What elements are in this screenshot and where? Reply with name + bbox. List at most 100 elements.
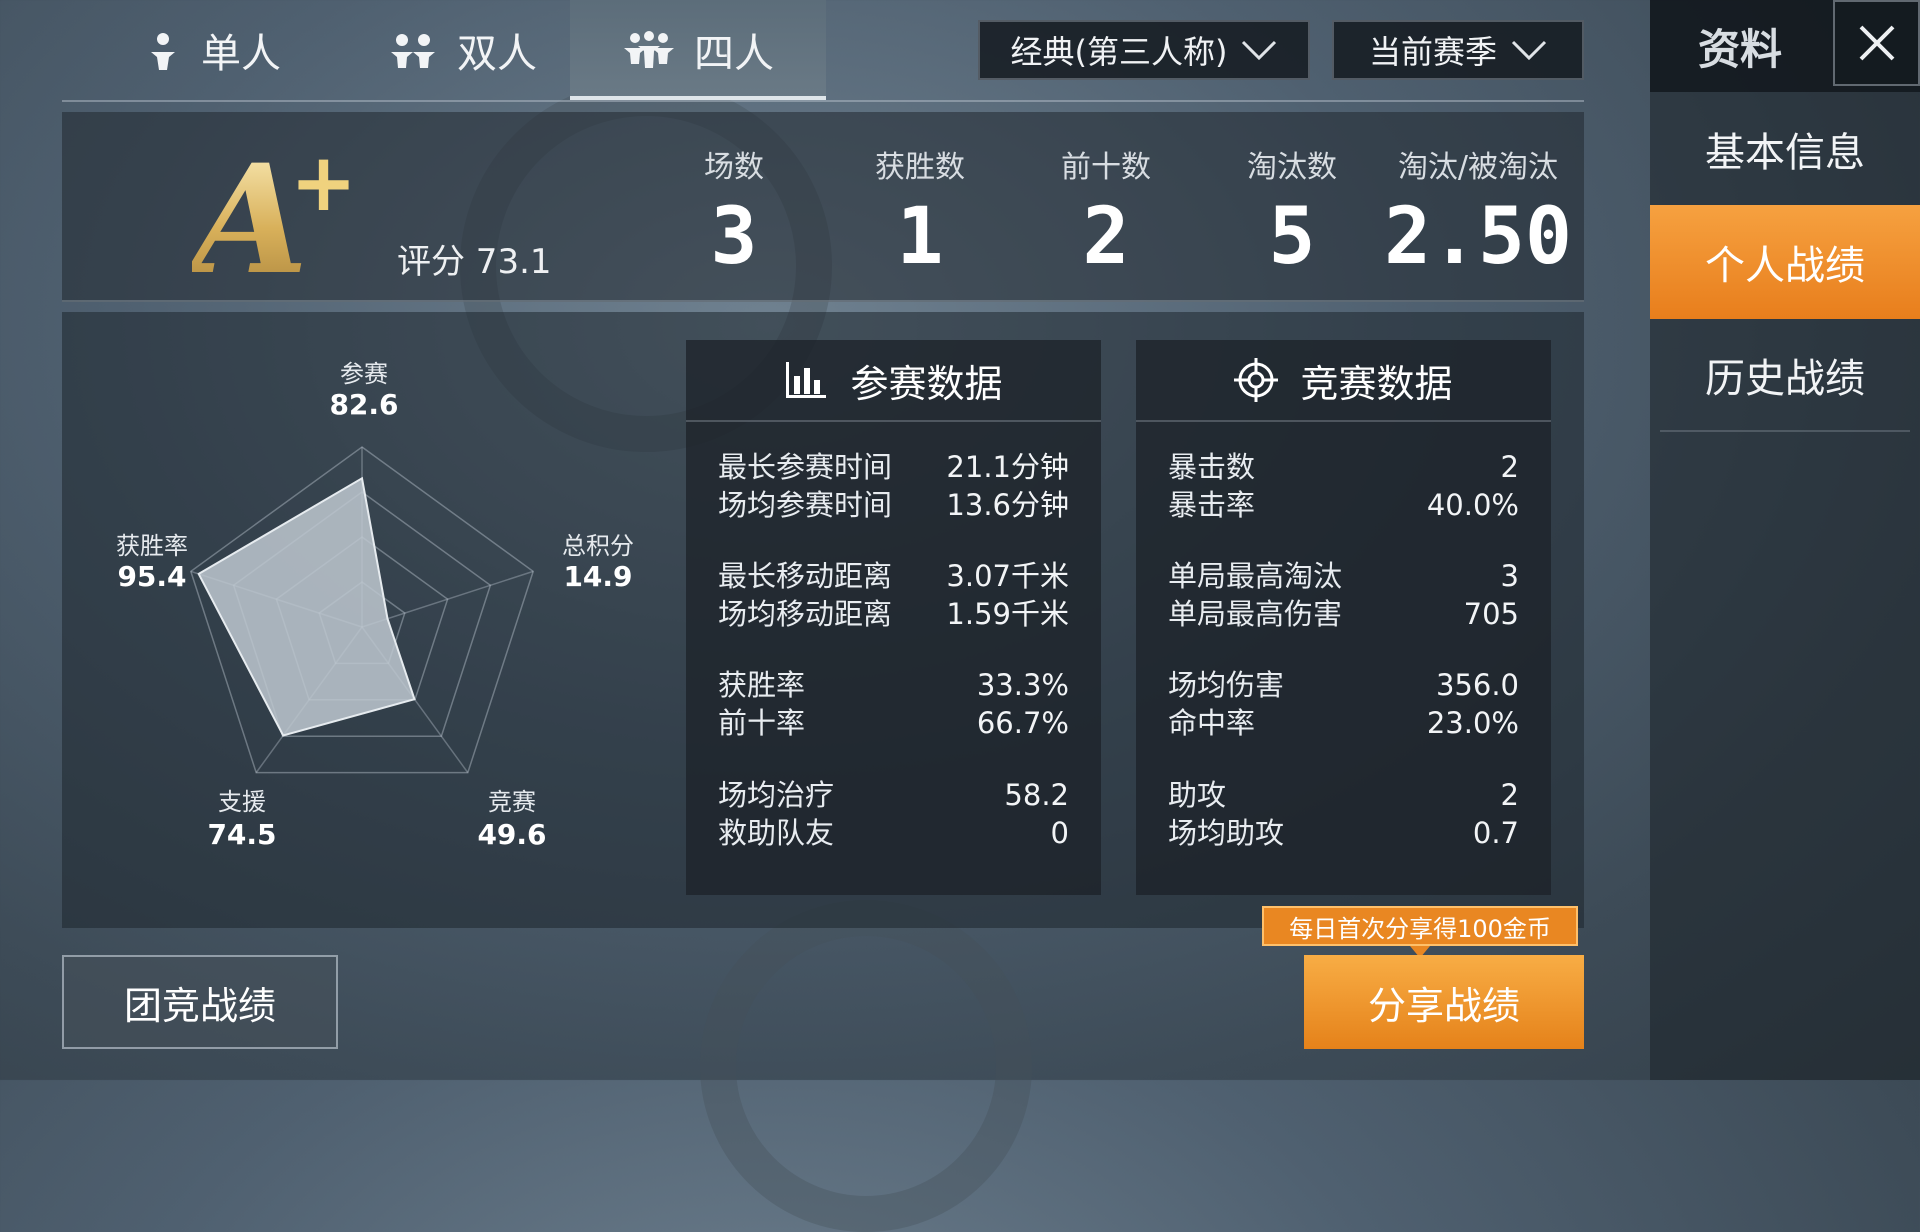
stat-row-label: 获胜率 xyxy=(718,668,806,702)
tab-single[interactable]: 单人 xyxy=(102,0,322,100)
radar-value-competition: 49.6 xyxy=(477,818,547,851)
stat-wins: 获胜数 1 xyxy=(830,142,1010,282)
stat-row-label: 场均伤害 xyxy=(1168,668,1285,702)
tab-duo[interactable]: 双人 xyxy=(352,0,572,100)
stat-row: 前十率 66.7% xyxy=(718,704,1069,742)
radar-value-total-score: 14.9 xyxy=(563,560,633,593)
stat-row-value: 58.2 xyxy=(1004,778,1069,812)
stat-row-label: 单局最高淘汰 xyxy=(1168,559,1343,593)
stat-row-value: 3 xyxy=(1500,559,1519,593)
team-stats-button[interactable]: 团竞战绩 xyxy=(62,955,338,1049)
stat-row: 场均助攻 0.7 xyxy=(1168,814,1519,852)
stat-label: 淘汰数 xyxy=(1247,150,1337,185)
score-label: 评分 73.1 xyxy=(397,242,552,282)
tab-label: 双人 xyxy=(457,31,537,77)
summary-panel: A + 评分 73.1 场数 3 获胜数 1 前十数 2 淘汰数 5 淘汰/被淘… xyxy=(62,112,1584,308)
stat-group: 场均治疗 58.2 救助队友 0 xyxy=(718,776,1069,852)
stat-row: 单局最高伤害 705 xyxy=(1168,595,1519,633)
stat-row: 场均治疗 58.2 xyxy=(718,776,1069,814)
stat-kd: 淘汰/被淘汰 2.50 xyxy=(1378,142,1578,282)
main-stats-panel: 参赛 82.6 总积分 14.9 竞赛 49.6 支援 74.5 获胜率 95.… xyxy=(62,312,1584,928)
stat-row: 场均参赛时间 13.6分钟 xyxy=(718,486,1069,524)
radar-label-total-score: 总积分 xyxy=(562,532,634,560)
close-button[interactable] xyxy=(1833,0,1920,86)
stat-row-value: 2 xyxy=(1500,778,1519,812)
participation-card-title: 参赛数据 xyxy=(850,361,1003,406)
stat-row: 暴击率 40.0% xyxy=(1168,486,1519,524)
radar-value-participation: 82.6 xyxy=(329,388,399,421)
mode-dropdown[interactable]: 经典(第三人称) xyxy=(978,20,1310,80)
stat-group: 最长参赛时间 21.1分钟 场均参赛时间 13.6分钟 xyxy=(718,448,1069,524)
stat-row: 场均伤害 356.0 xyxy=(1168,666,1519,704)
chevron-down-icon xyxy=(1511,40,1547,60)
stat-row-label: 最长移动距离 xyxy=(718,559,893,593)
stat-row-label: 最长参赛时间 xyxy=(718,450,893,484)
stat-row-value: 40.0% xyxy=(1426,488,1519,522)
stat-row: 暴击数 2 xyxy=(1168,448,1519,486)
stat-label: 获胜数 xyxy=(875,150,965,185)
side-item-personal-stats[interactable]: 个人战绩 xyxy=(1650,205,1920,319)
stat-row: 救助队友 0 xyxy=(718,814,1069,852)
stat-row-value: 356.0 xyxy=(1435,668,1519,702)
mode-dropdown-value: 经典(第三人称) xyxy=(1010,33,1228,71)
season-dropdown[interactable]: 当前赛季 xyxy=(1332,20,1584,80)
stat-row-value: 23.0% xyxy=(1426,706,1519,740)
grade-letter: A xyxy=(192,132,308,308)
stat-row: 助攻 2 xyxy=(1168,776,1519,814)
stat-label: 前十数 xyxy=(1061,150,1151,185)
side-item-basic-info[interactable]: 基本信息 xyxy=(1650,92,1920,206)
combat-card-header: 竞赛数据 xyxy=(1136,340,1551,422)
tab-label: 单人 xyxy=(201,31,281,77)
divider xyxy=(1660,430,1910,432)
stat-row-label: 前十率 xyxy=(718,706,806,740)
stat-group: 暴击数 2 暴击率 40.0% xyxy=(1168,448,1519,524)
tab-squad[interactable]: 四人 xyxy=(570,0,826,100)
stat-row: 获胜率 33.3% xyxy=(718,666,1069,704)
stat-row: 命中率 23.0% xyxy=(1168,704,1519,742)
stat-row-label: 单局最高伤害 xyxy=(1168,597,1343,631)
stat-top10: 前十数 2 xyxy=(1016,142,1196,282)
stat-row-label: 场均参赛时间 xyxy=(718,488,893,522)
grade-plus: + xyxy=(290,136,358,229)
stat-row-value: 0.7 xyxy=(1472,816,1519,850)
background-decoration xyxy=(700,900,1032,1232)
share-stats-button[interactable]: 分享战绩 xyxy=(1304,955,1584,1049)
stat-value: 2.50 xyxy=(1384,192,1572,282)
stat-group: 场均伤害 356.0 命中率 23.0% xyxy=(1168,666,1519,742)
stat-row-label: 场均治疗 xyxy=(718,778,835,812)
stat-group: 最长移动距离 3.07千米 场均移动距离 1.59千米 xyxy=(718,557,1069,633)
stat-row-value: 0 xyxy=(1050,816,1069,850)
stat-row: 单局最高淘汰 3 xyxy=(1168,557,1519,595)
stat-row-value: 1.59千米 xyxy=(946,597,1069,631)
stat-row-label: 场均移动距离 xyxy=(718,597,893,631)
stat-row: 最长参赛时间 21.1分钟 xyxy=(718,448,1069,486)
stat-value: 5 xyxy=(1268,192,1316,282)
radar-value-win-rate: 95.4 xyxy=(117,560,187,593)
radar-label-support: 支援 xyxy=(218,788,266,816)
stat-row-value: 705 xyxy=(1463,597,1519,631)
stat-row-label: 助攻 xyxy=(1168,778,1227,812)
stat-row-label: 命中率 xyxy=(1168,706,1256,740)
stat-value: 2 xyxy=(1082,192,1130,282)
stat-matches: 场数 3 xyxy=(644,142,824,282)
stat-group: 助攻 2 场均助攻 0.7 xyxy=(1168,776,1519,852)
stat-value: 1 xyxy=(896,192,944,282)
stat-row-value: 3.07千米 xyxy=(946,559,1069,593)
close-icon xyxy=(1859,25,1894,61)
combat-card-title: 竞赛数据 xyxy=(1300,361,1453,406)
tab-label: 四人 xyxy=(694,31,774,77)
season-dropdown-value: 当前赛季 xyxy=(1368,33,1497,71)
radar-label-participation: 参赛 xyxy=(340,360,388,388)
radar-label-win-rate: 获胜率 xyxy=(116,532,188,560)
chevron-down-icon xyxy=(1242,40,1277,60)
participation-card-header: 参赛数据 xyxy=(686,340,1101,422)
duo-icon xyxy=(391,34,435,68)
stat-kills: 淘汰数 5 xyxy=(1202,142,1382,282)
stat-row-label: 救助队友 xyxy=(718,816,835,850)
bar-chart-icon xyxy=(786,362,827,398)
stat-label: 场数 xyxy=(704,150,764,185)
crosshair-icon xyxy=(1234,358,1279,402)
stat-row-label: 场均助攻 xyxy=(1168,816,1285,850)
share-reward-tooltip: 每日首次分享得100金币 xyxy=(1262,906,1578,958)
side-item-history[interactable]: 历史战绩 xyxy=(1650,318,1920,432)
